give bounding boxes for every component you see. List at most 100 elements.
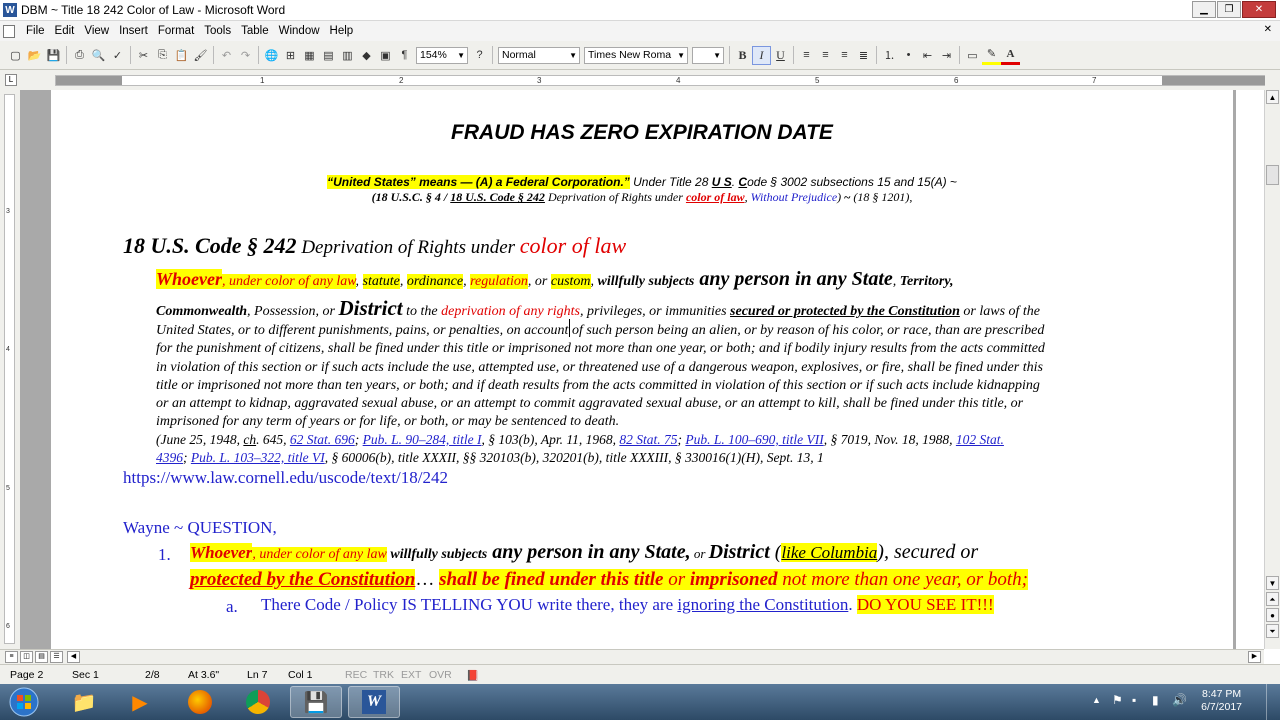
minimize-button[interactable]: ▁ [1192,1,1216,18]
font-size-select[interactable]: ▼ [692,46,724,64]
print-icon[interactable]: ⎙ [70,46,89,65]
font-select[interactable]: Times New Roma ▼ [584,46,688,64]
underline-button[interactable]: U [771,46,790,65]
numbering-icon[interactable]: ⒈ [880,46,899,65]
network-icon[interactable]: ▮ [1152,693,1159,707]
menu-view[interactable]: View [79,25,114,37]
insert-excel-icon[interactable]: ▤ [319,46,338,65]
horizontal-scrollbar[interactable]: ≡ ◫ ▤ ☰ ◀ ▶ [0,649,1264,664]
close-button[interactable]: ✕ [1242,1,1276,18]
format-painter-icon[interactable]: 🖌 [191,46,210,65]
history-link[interactable]: Pub. L. 100–690, title VII [685,432,823,447]
flag-icon[interactable]: ⚑ [1112,693,1123,707]
scroll-down-icon[interactable]: ▼ [1266,576,1279,590]
taskbar-floppy[interactable]: 💾 [290,686,342,718]
next-page-icon[interactable]: ⏷ [1266,624,1279,638]
align-right-icon[interactable]: ≡ [835,46,854,65]
cut-icon[interactable]: ✂ [134,46,153,65]
scroll-left-icon[interactable]: ◀ [67,651,80,663]
new-doc-icon[interactable]: ▢ [6,46,25,65]
spelling-status-icon[interactable]: 📕 [466,669,479,682]
redo-icon[interactable]: ↷ [236,46,255,65]
increase-indent-icon[interactable]: ⇥ [937,46,956,65]
italic-button[interactable]: I [752,45,771,65]
vertical-scrollbar[interactable]: ▲ ▼ ⏶ ● ⏷ [1264,90,1280,649]
menu-file[interactable]: File [21,25,50,37]
taskbar-firefox[interactable] [174,686,226,718]
show-desktop-button[interactable] [1266,684,1280,720]
menu-help[interactable]: Help [325,25,359,37]
open-folder-icon[interactable]: 📂 [25,46,44,65]
scroll-up-icon[interactable]: ▲ [1266,90,1279,104]
vertical-ruler-strip[interactable] [4,94,15,644]
document-map-icon[interactable]: ▣ [376,46,395,65]
insert-table-icon[interactable]: ▦ [300,46,319,65]
print-layout-icon[interactable]: ▤ [35,651,48,663]
print-preview-icon[interactable]: 🔍 [89,46,108,65]
restore-button[interactable]: ❐ [1217,1,1241,18]
drawing-icon[interactable]: ◆ [357,46,376,65]
history-link[interactable]: Pub. L. 103–322, title VI [191,450,325,465]
paste-icon[interactable]: 📋 [172,46,191,65]
zoom-select[interactable]: 154% ▼ [416,46,468,64]
document-icon[interactable] [3,24,15,38]
style-select[interactable]: Normal ▼ [498,46,580,64]
scroll-right-icon[interactable]: ▶ [1248,651,1261,663]
menu-format[interactable]: Format [153,25,199,37]
tab-selector[interactable]: L [5,74,17,86]
show-hidden-icons[interactable]: ▲ [1092,695,1101,705]
previous-page-icon[interactable]: ⏶ [1266,592,1279,606]
document-page[interactable]: FRAUD HAS ZERO EXPIRATION DATE “United S… [51,90,1233,649]
columns-icon[interactable]: ▥ [338,46,357,65]
status-trk[interactable]: TRK [373,669,394,681]
align-left-icon[interactable]: ≡ [797,46,816,65]
history-link[interactable]: 62 Stat. 696 [290,432,355,447]
bold-button[interactable]: B [733,46,752,65]
help-icon[interactable]: ? [470,46,489,65]
undo-icon[interactable]: ↶ [217,46,236,65]
taskbar-word[interactable]: W [348,686,400,718]
taskbar-chrome[interactable] [232,686,284,718]
citation-link[interactable]: 18 U.S. Code § 242 [450,190,545,204]
ruler-strip[interactable]: 1 2 3 4 5 6 7 [55,75,1265,86]
word-app-icon[interactable]: W [3,3,17,17]
spelling-icon[interactable]: ✓ [108,46,127,65]
taskbar-media-player[interactable]: ▶ [114,686,166,718]
font-color-icon[interactable]: A [1001,46,1020,65]
show-hide-icon[interactable]: ¶ [395,46,414,65]
tables-borders-icon[interactable]: ⊞ [281,46,300,65]
history-link[interactable]: 4396 [156,450,183,465]
menu-insert[interactable]: Insert [114,25,153,37]
outline-view-icon[interactable]: ☰ [50,651,63,663]
history-link[interactable]: 82 Stat. 75 [619,432,677,447]
clock[interactable]: 8:47 PM 6/7/2017 [1201,688,1242,714]
align-center-icon[interactable]: ≡ [816,46,835,65]
hyperlink-icon[interactable]: 🌐 [262,46,281,65]
justify-icon[interactable]: ≣ [854,46,873,65]
history-link[interactable]: 102 Stat. [956,432,1004,447]
bullets-icon[interactable]: • [899,46,918,65]
select-browse-object-icon[interactable]: ● [1266,608,1279,622]
scroll-thumb[interactable] [1266,165,1279,185]
status-ovr[interactable]: OVR [429,669,452,681]
document-close-icon[interactable]: ✕ [1264,24,1272,35]
menu-tools[interactable]: Tools [199,25,236,37]
decrease-indent-icon[interactable]: ⇤ [918,46,937,65]
history-link[interactable]: Pub. L. 90–284, title I [363,432,482,447]
tray-app-icon[interactable]: ▪ [1132,693,1136,707]
cornell-url[interactable]: https://www.law.cornell.edu/uscode/text/… [123,468,448,488]
web-view-icon[interactable]: ◫ [20,651,33,663]
volume-icon[interactable]: 🔊 [1172,693,1187,707]
start-button[interactable] [2,686,46,718]
save-icon[interactable]: 💾 [44,46,63,65]
menu-window[interactable]: Window [274,25,325,37]
menu-table[interactable]: Table [236,25,274,37]
copy-icon[interactable]: ⎘ [153,46,172,65]
normal-view-icon[interactable]: ≡ [5,651,18,663]
taskbar-explorer[interactable]: 📁 [58,686,110,718]
highlight-icon[interactable]: ✎ [982,46,1001,65]
border-icon[interactable]: ▭ [963,46,982,65]
status-ext[interactable]: EXT [401,669,421,681]
menu-edit[interactable]: Edit [50,25,80,37]
status-rec[interactable]: REC [345,669,367,681]
